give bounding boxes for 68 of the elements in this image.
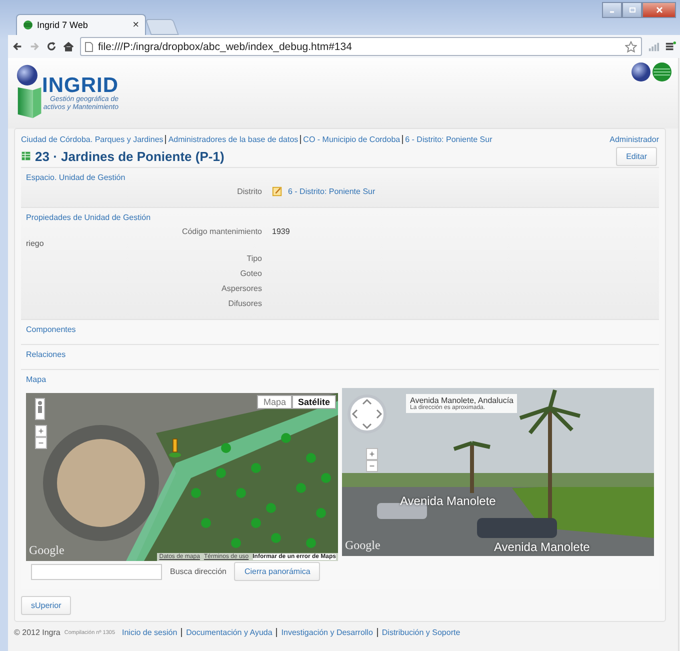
footer-link[interactable]: Inicio de sesión: [122, 628, 178, 637]
page-title: 23 · Jardines de Poniente (P-1): [35, 148, 226, 164]
forward-icon[interactable]: [29, 41, 40, 52]
tab-close-button[interactable]: ×: [132, 19, 139, 31]
breadcrumb-link[interactable]: Ciudad de Córdoba. Parques y Jardines: [21, 134, 164, 144]
globe-icon: [23, 20, 33, 30]
reload-icon[interactable]: [46, 41, 57, 52]
logo-wordmark: INGRID: [42, 75, 118, 96]
page-icon: [85, 42, 93, 52]
map-type-button[interactable]: Satélite: [292, 395, 336, 409]
maximize-icon: [627, 6, 637, 14]
section-title[interactable]: Relaciones: [26, 350, 654, 359]
zoom-in-button[interactable]: +: [366, 448, 378, 460]
street-name-label[interactable]: Avenida Manolete: [494, 540, 590, 554]
field-label: Aspersores: [220, 284, 263, 293]
close-button[interactable]: [642, 2, 676, 18]
street-name-label[interactable]: Avenida Manolete: [400, 494, 496, 508]
map-logo: Google: [29, 543, 64, 558]
tab-title: Ingrid 7 Web: [37, 20, 89, 30]
zoom-in-button[interactable]: +: [35, 425, 47, 437]
sphere-icon[interactable]: [631, 62, 651, 82]
section-title[interactable]: Mapa: [26, 375, 654, 384]
back-icon[interactable]: [12, 41, 23, 52]
zoom-out-button[interactable]: −: [366, 460, 378, 472]
close-panorama-button[interactable]: Cierra panorámica: [234, 562, 320, 581]
footer-link[interactable]: Investigación y Desarrollo: [281, 628, 373, 637]
table-icon: [21, 151, 31, 161]
field-label: Goteo: [239, 269, 263, 278]
pegman-icon[interactable]: [35, 398, 45, 420]
group-label: riego: [26, 239, 45, 250]
section-title[interactable]: Propiedades de Unidad de Gestión: [26, 213, 654, 222]
section-title[interactable]: Espacio. Unidad de Gestión: [26, 173, 654, 182]
edit-button[interactable]: Editar: [616, 146, 657, 166]
field-label: Código mantenimiento: [180, 227, 263, 236]
browser-tab[interactable]: Ingrid 7 Web ×: [16, 14, 146, 35]
address-input-field[interactable]: [31, 564, 162, 580]
close-icon: [654, 6, 664, 14]
zoom-out-button[interactable]: −: [35, 437, 47, 449]
top-button[interactable]: sUperior: [21, 596, 72, 615]
search-address-label: Busca dirección: [170, 567, 226, 576]
edit-note-icon[interactable]: [272, 186, 283, 197]
address-title: Avenida Manolete, Andalucía: [410, 396, 514, 405]
field-label: Distrito: [236, 187, 263, 196]
signal-bars-icon[interactable]: [648, 41, 659, 52]
breadcrumb-link[interactable]: CO - Municipio de Cordoba: [303, 134, 400, 144]
new-tab-button[interactable]: [145, 19, 179, 35]
footer-link[interactable]: Documentación y Ayuda: [186, 628, 272, 637]
star-icon[interactable]: [625, 40, 637, 52]
breadcrumb-link[interactable]: 6 - Distrito: Poniente Sur: [405, 134, 492, 144]
section-title[interactable]: Componentes: [26, 325, 654, 334]
breadcrumb-link[interactable]: Administradores de la base de datos: [168, 134, 298, 144]
location-marker-icon[interactable]: [168, 438, 182, 458]
menu-icon[interactable]: [665, 41, 676, 52]
minimize-button[interactable]: [602, 2, 622, 18]
street-view-logo: Google: [345, 538, 380, 553]
globe-icon[interactable]: [652, 62, 672, 82]
field-value-link[interactable]: 6 - Distrito: Poniente Sur: [288, 187, 376, 196]
address-bar[interactable]: file:///P:/ingra/dropbox/abc_web/index_debug.htm#134: [80, 37, 642, 56]
user-link[interactable]: Administrador: [610, 134, 659, 144]
home-icon[interactable]: [63, 41, 74, 52]
map-type-button[interactable]: Mapa: [257, 395, 292, 409]
footer-link[interactable]: Distribución y Soporte: [382, 628, 460, 637]
maximize-button[interactable]: [622, 2, 642, 18]
field-label: Difusores: [227, 299, 263, 308]
field-label: Tipo: [246, 254, 263, 263]
field-value: 1939: [272, 227, 290, 236]
url-text: file:///P:/ingra/dropbox/abc_web/index_debug.htm#134: [98, 40, 353, 52]
copyright-text: © 2012 Ingra: [14, 628, 60, 637]
